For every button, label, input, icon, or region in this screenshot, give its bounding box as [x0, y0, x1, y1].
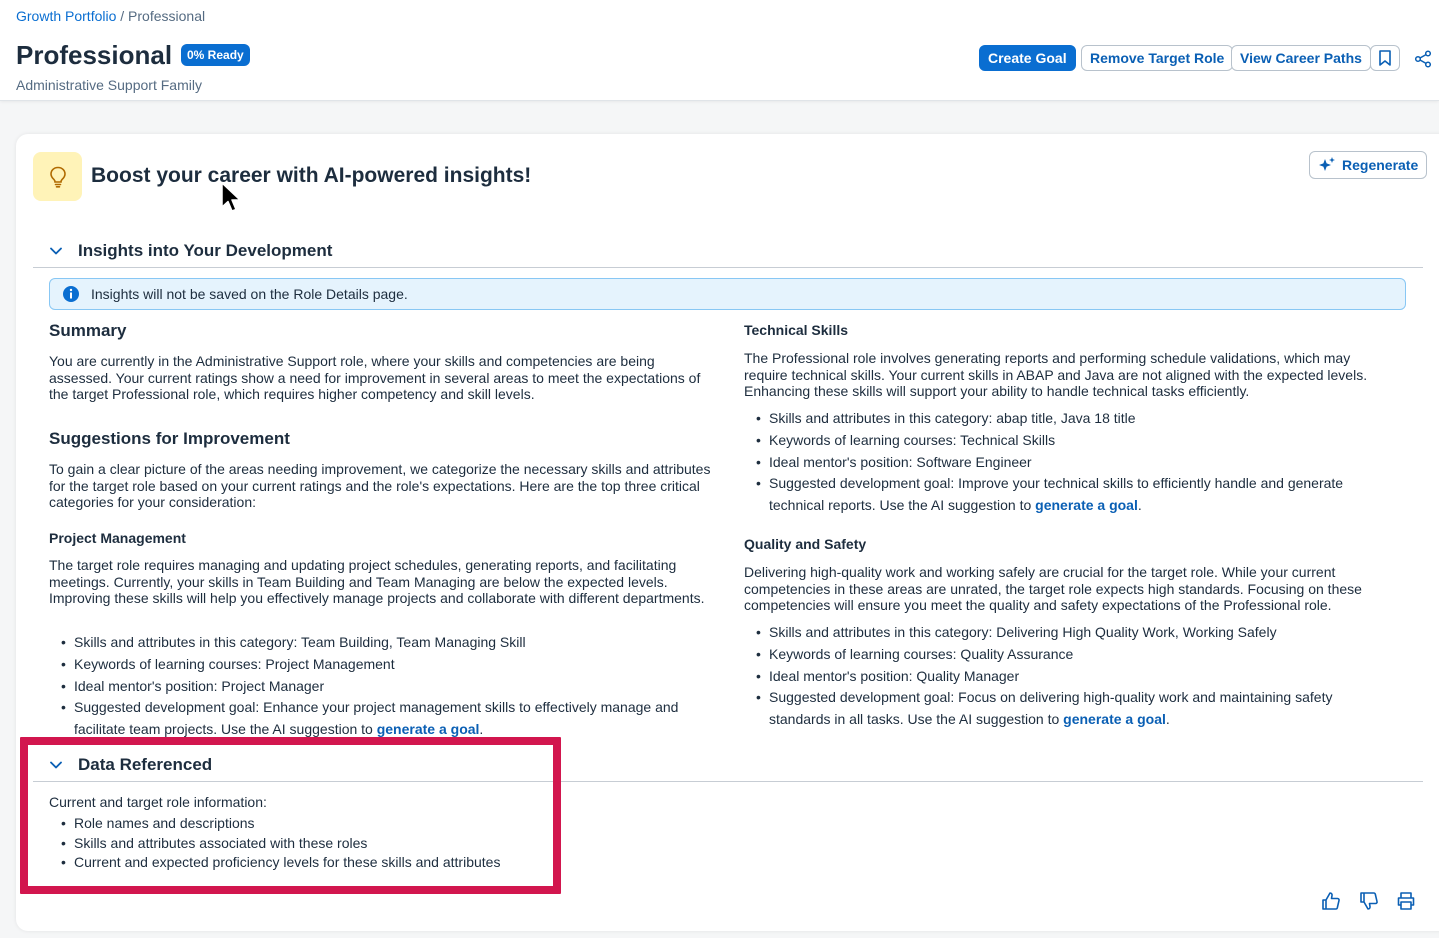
page-subtitle: Administrative Support Family	[16, 77, 202, 93]
list-item: Suggested development goal: Focus on del…	[744, 687, 1394, 731]
thumbs-up-icon	[1322, 892, 1340, 910]
list-item: Ideal mentor's position: Project Manager	[49, 676, 714, 698]
bookmark-button[interactable]	[1370, 45, 1400, 71]
project-management-text: The target role requires managing and up…	[49, 557, 705, 606]
highlight-box	[20, 737, 561, 894]
summary-heading: Summary	[49, 321, 127, 340]
list-item: Ideal mentor's position: Quality Manager	[744, 666, 1394, 688]
technical-skills-text: The Professional role involves generatin…	[744, 350, 1368, 399]
project-management-heading: Project Management	[49, 530, 186, 546]
print-icon	[1397, 892, 1415, 910]
list-item: Keywords of learning courses: Quality As…	[744, 644, 1394, 666]
quality-safety-heading: Quality and Safety	[744, 536, 867, 552]
regenerate-button[interactable]: Regenerate	[1309, 151, 1428, 179]
list-item: Skills and attributes in this category: …	[744, 622, 1394, 644]
lightbulb-tile	[33, 152, 82, 201]
goal-text-end: .	[1137, 497, 1142, 514]
create-goal-button[interactable]: Create Goal	[979, 45, 1076, 71]
sparkle-icon	[1319, 157, 1335, 171]
insights-section-header[interactable]: Insights into Your Development	[33, 234, 1423, 268]
share-button[interactable]	[1412, 48, 1434, 70]
regenerate-label: Regenerate	[1342, 157, 1419, 173]
thumbs-down-button[interactable]	[1358, 890, 1380, 912]
mouse-cursor-icon	[221, 182, 241, 212]
suggestions-text: To gain a clear picture of the areas nee…	[49, 461, 711, 510]
info-message-strip: Insights will not be saved on the Role D…	[49, 278, 1406, 310]
breadcrumb-current: Professional	[128, 8, 206, 24]
info-icon	[63, 286, 79, 302]
thumbs-up-button[interactable]	[1320, 890, 1342, 912]
share-icon	[1414, 50, 1432, 68]
list-item: Keywords of learning courses: Technical …	[744, 430, 1394, 452]
ready-badge: 0% Ready	[181, 44, 250, 66]
insights-section-label: Insights into Your Development	[78, 240, 333, 260]
breadcrumb: Growth Portfolio / Professional	[16, 8, 205, 24]
list-item: Skills and attributes in this category: …	[49, 632, 714, 654]
list-item: Suggested development goal: Enhance your…	[49, 697, 714, 741]
suggestions-heading: Suggestions for Improvement	[49, 429, 290, 448]
chevron-down-icon[interactable]	[45, 240, 67, 262]
thumbs-down-icon	[1360, 892, 1378, 910]
info-message: Insights will not be saved on the Role D…	[91, 286, 408, 302]
page-title: Professional	[16, 40, 173, 70]
card-title: Boost your career with AI-powered insigh…	[91, 164, 532, 187]
project-management-bullets: Skills and attributes in this category: …	[49, 632, 714, 741]
lightbulb-icon	[49, 166, 66, 188]
goal-text-end: .	[1165, 711, 1170, 728]
technical-skills-bullets: Skills and attributes in this category: …	[744, 408, 1394, 517]
list-item: Ideal mentor's position: Software Engine…	[744, 452, 1394, 474]
breadcrumb-separator: /	[116, 8, 129, 24]
list-item: Skills and attributes in this category: …	[744, 408, 1394, 430]
summary-text: You are currently in the Administrative …	[49, 353, 701, 402]
goal-text-end: .	[479, 721, 484, 738]
generate-goal-link[interactable]: generate a goal	[377, 721, 480, 737]
goal-text: Suggested development goal: Focus on del…	[769, 689, 1333, 728]
generate-goal-link[interactable]: generate a goal	[1063, 711, 1166, 727]
bookmark-icon	[1379, 50, 1391, 66]
page-header: Growth Portfolio / Professional Professi…	[0, 0, 1439, 101]
breadcrumb-growth-portfolio[interactable]: Growth Portfolio	[16, 8, 116, 24]
quality-safety-text: Delivering high-quality work and working…	[744, 564, 1362, 613]
technical-skills-heading: Technical Skills	[744, 322, 849, 338]
generate-goal-link[interactable]: generate a goal	[1035, 497, 1138, 513]
view-career-paths-button[interactable]: View Career Paths	[1231, 45, 1371, 71]
print-button[interactable]	[1395, 890, 1417, 912]
remove-target-role-button[interactable]: Remove Target Role	[1081, 45, 1234, 71]
quality-safety-bullets: Skills and attributes in this category: …	[744, 622, 1394, 731]
list-item: Keywords of learning courses: Project Ma…	[49, 654, 714, 676]
list-item: Suggested development goal: Improve your…	[744, 473, 1394, 517]
